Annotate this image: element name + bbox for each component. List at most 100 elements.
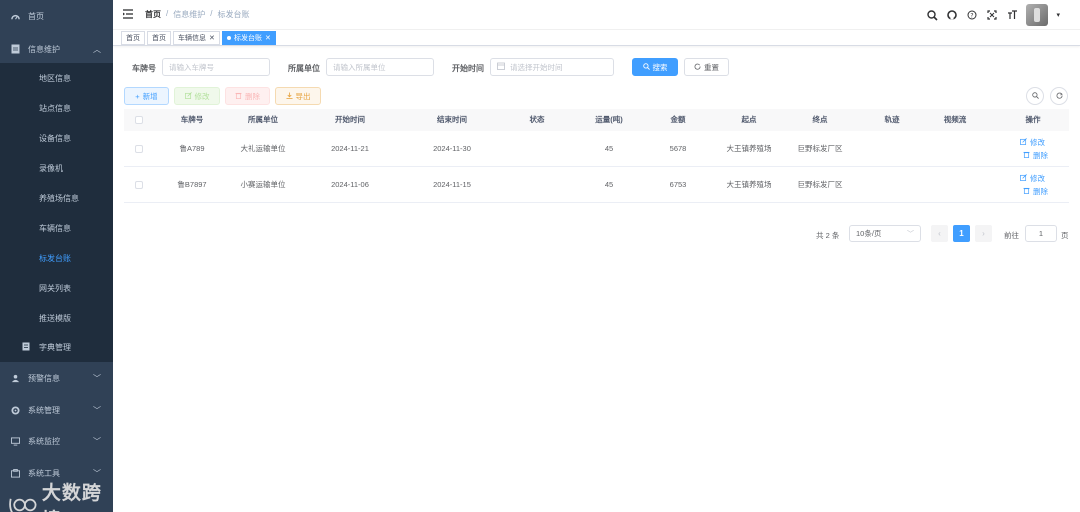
- menu-label: 推送模版: [39, 313, 71, 323]
- column-header[interactable]: 操作: [1010, 109, 1056, 131]
- table-row[interactable]: 鲁A789 大礼运输单位 2024-11-21 2024-11-30 45 56…: [124, 131, 1069, 167]
- tag-vehicle-info[interactable]: 车辆信息 ✕: [173, 31, 220, 45]
- dictionary-icon: [22, 342, 32, 352]
- menu-warning[interactable]: 预警信息 ﹀: [0, 363, 113, 393]
- menu-home[interactable]: 首页: [0, 1, 113, 31]
- github-icon[interactable]: [946, 9, 958, 21]
- chevron-down-icon: ﹀: [93, 436, 101, 446]
- menu-label: 信息维护: [28, 44, 60, 54]
- close-icon[interactable]: ✕: [265, 34, 271, 42]
- column-header[interactable]: 起点: [717, 109, 781, 131]
- edit-link-label: 修改: [1030, 174, 1045, 183]
- sidebar-item-station[interactable]: 站点信息: [0, 93, 113, 123]
- row-delete-link[interactable]: 删除: [1023, 150, 1048, 161]
- menu-system-manage[interactable]: 系统管理 ﹀: [0, 395, 113, 425]
- help-icon[interactable]: ?: [966, 9, 978, 21]
- edit-icon: [184, 91, 192, 101]
- breadcrumb-current: 标发台账: [217, 10, 250, 19]
- sidebar-item-region[interactable]: 地区信息: [0, 63, 113, 93]
- row-edit-link[interactable]: 修改: [1020, 173, 1045, 184]
- sidebar-item-recorder[interactable]: 录像机: [0, 153, 113, 183]
- dashboard-icon: [10, 11, 20, 21]
- cell-destination: 巨野标发厂区: [797, 144, 843, 153]
- hamburger-icon[interactable]: [122, 8, 134, 20]
- cell-track: [872, 167, 912, 203]
- row-checkbox[interactable]: [135, 145, 143, 153]
- column-header[interactable]: 金额: [660, 109, 696, 131]
- sidebar-item-push-template[interactable]: 推送模版: [0, 303, 113, 333]
- avatar[interactable]: [1026, 4, 1049, 26]
- select-all-checkbox[interactable]: [135, 116, 143, 124]
- menu-label: 字典管理: [39, 342, 71, 352]
- tag-label: 车辆信息: [178, 35, 206, 42]
- column-header[interactable]: 轨迹: [872, 109, 912, 131]
- column-header[interactable]: 车牌号: [164, 109, 220, 131]
- row-delete-link[interactable]: 删除: [1023, 186, 1048, 197]
- add-button[interactable]: + 新增: [124, 87, 169, 105]
- unit-input[interactable]: 请输入所属单位: [326, 58, 434, 76]
- cell-amount: 6753: [669, 180, 687, 189]
- delete-icon: [1023, 151, 1030, 160]
- menu-label: 预警信息: [28, 373, 60, 383]
- reset-button[interactable]: 重置: [684, 58, 729, 76]
- column-header[interactable]: 状态: [518, 109, 556, 131]
- monitor-icon: [10, 436, 20, 446]
- column-header[interactable]: 运量(吨): [586, 109, 632, 131]
- cell-end: 2024-11-30: [433, 144, 471, 153]
- tag-home[interactable]: 首页: [121, 31, 145, 45]
- row-checkbox[interactable]: [135, 181, 143, 189]
- sidebar-item-vehicle[interactable]: 车辆信息: [0, 213, 113, 243]
- calendar-icon: [497, 62, 505, 72]
- row-edit-link[interactable]: 修改: [1020, 137, 1045, 148]
- menu-system-monitor[interactable]: 系统监控 ﹀: [0, 426, 113, 456]
- watermark-text: 大数跨境: [41, 483, 102, 512]
- cell-start: 2024-11-06: [331, 180, 369, 189]
- sidebar-item-ledger[interactable]: 标发台账: [0, 243, 113, 273]
- tag-home-2[interactable]: 首页: [147, 31, 171, 45]
- goto-page-input[interactable]: 1: [1025, 225, 1057, 242]
- chevron-left-icon: ‹: [938, 229, 941, 238]
- column-header[interactable]: 视频流: [930, 109, 980, 131]
- menu-info-maintenance[interactable]: 信息维护 ︿: [0, 34, 113, 64]
- page-size-select[interactable]: 10条/页 ﹀: [849, 225, 921, 242]
- sidebar-item-gateway[interactable]: 网关列表: [0, 273, 113, 303]
- export-button[interactable]: 导出: [275, 87, 321, 105]
- caret-down-icon[interactable]: ▾: [1056, 11, 1060, 19]
- column-header[interactable]: 终点: [788, 109, 852, 131]
- plate-input[interactable]: 请输入车牌号: [162, 58, 270, 76]
- start-time-picker[interactable]: 请选择开始时间: [490, 58, 614, 76]
- refresh-icon: [1056, 92, 1063, 101]
- search-icon[interactable]: [926, 9, 938, 21]
- breadcrumb-home[interactable]: 首页: [145, 9, 161, 20]
- tag-ledger[interactable]: 标发台账 ✕: [222, 31, 276, 45]
- start-time-label: 开始时间: [452, 64, 484, 73]
- sidebar-item-dictionary[interactable]: 字典管理: [0, 332, 113, 362]
- sidebar-item-farm[interactable]: 养殖场信息: [0, 183, 113, 213]
- delete-button[interactable]: 删除: [225, 87, 270, 105]
- add-button-label: 新增: [142, 91, 158, 101]
- column-header[interactable]: 所属单位: [228, 109, 298, 131]
- column-header[interactable]: 结束时间: [422, 109, 482, 131]
- plus-icon: +: [135, 91, 140, 101]
- active-dot-icon: [227, 36, 231, 40]
- table-row[interactable]: 鲁B7897 小赛运输单位 2024-11-06 2024-11-15 45 6…: [124, 167, 1069, 203]
- brand-logo-icon: [9, 498, 37, 512]
- menu-label: 录像机: [39, 163, 63, 173]
- toggle-search-button[interactable]: [1026, 87, 1044, 105]
- prev-page-button[interactable]: ‹: [931, 225, 948, 242]
- table-header: 车牌号 所属单位 开始时间 结束时间 状态 运量(吨) 金额 起点 终点 轨迹 …: [124, 109, 1069, 131]
- close-icon[interactable]: ✕: [209, 34, 215, 42]
- font-size-icon[interactable]: [1006, 9, 1018, 21]
- start-time-placeholder: 请选择开始时间: [510, 62, 563, 72]
- refresh-table-button[interactable]: [1050, 87, 1068, 105]
- fullscreen-icon[interactable]: [986, 9, 998, 21]
- edit-button[interactable]: 修改: [174, 87, 220, 105]
- reset-button-label: 重置: [704, 62, 719, 72]
- menu-label: 养殖场信息: [39, 193, 79, 203]
- page-number[interactable]: 1: [953, 225, 970, 242]
- column-header[interactable]: 开始时间: [320, 109, 380, 131]
- menu-label: 系统工具: [28, 468, 60, 478]
- next-page-button[interactable]: ›: [975, 225, 992, 242]
- search-button[interactable]: 搜索: [632, 58, 678, 76]
- sidebar-item-device[interactable]: 设备信息: [0, 123, 113, 153]
